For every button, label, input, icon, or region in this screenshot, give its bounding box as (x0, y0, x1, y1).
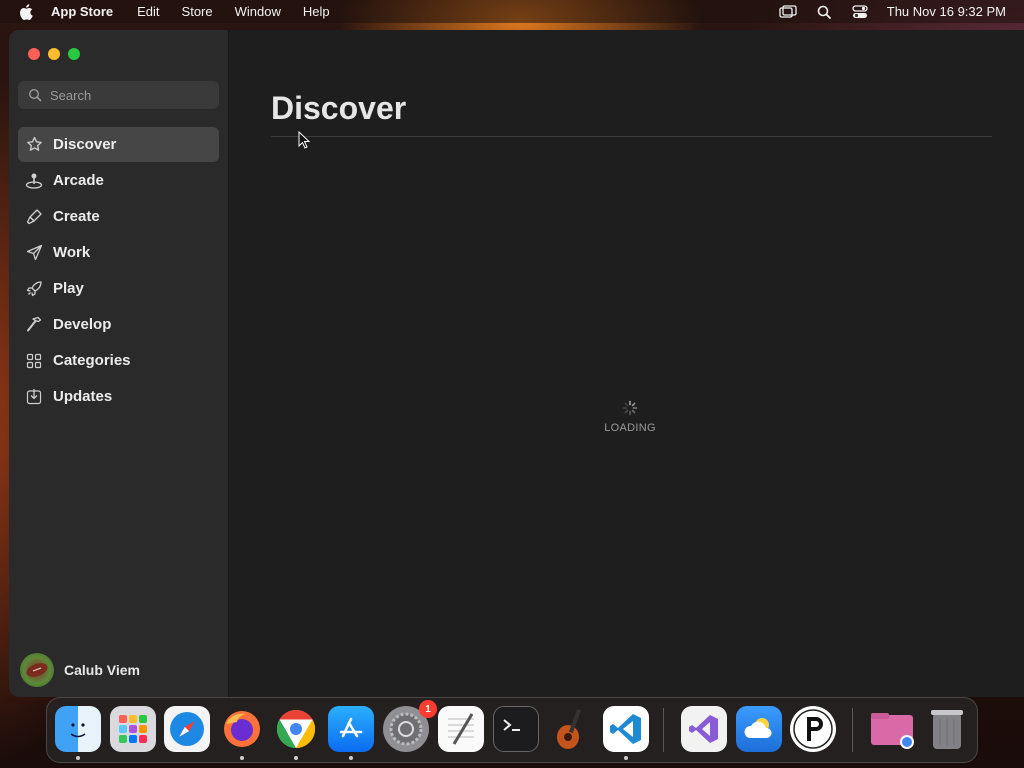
system-settings-icon[interactable]: 1 (383, 700, 437, 752)
screen-mirroring-icon[interactable] (779, 4, 797, 19)
sidebar-item-label: Develop (53, 316, 112, 333)
sidebar-item-label: Create (53, 208, 100, 225)
hammer-icon (25, 316, 43, 334)
rocket-icon (25, 280, 43, 298)
brush-icon (25, 208, 43, 226)
sidebar: Discover Arcade Create Work (9, 30, 229, 697)
p-app-icon[interactable] (790, 706, 836, 752)
menu-bar: App Store Edit Store Window Help Thu Nov… (0, 0, 1024, 23)
loading-text: LOADING (604, 422, 656, 434)
menu-edit[interactable]: Edit (137, 4, 159, 19)
firefox-running-indicator (240, 756, 244, 760)
sidebar-item-create[interactable]: Create (18, 199, 219, 234)
textedit-icon[interactable] (438, 706, 484, 752)
sidebar-item-work[interactable]: Work (18, 235, 219, 270)
loading-indicator: LOADING (597, 400, 663, 434)
terminal-icon[interactable] (493, 706, 539, 752)
search-input[interactable] (50, 87, 210, 103)
menu-help[interactable]: Help (303, 4, 330, 19)
finder-icon[interactable] (55, 706, 101, 752)
title-divider (271, 136, 992, 137)
close-window-button[interactable] (28, 48, 40, 60)
page-title: Discover (271, 90, 407, 126)
chrome-icon[interactable] (273, 706, 319, 752)
search-icon (28, 88, 42, 102)
minimize-window-button[interactable] (48, 48, 60, 60)
vscode-icon[interactable] (603, 706, 649, 752)
download-icon (25, 388, 43, 406)
menu-store[interactable]: Store (182, 4, 213, 19)
safari-icon[interactable] (164, 706, 210, 752)
firefox-icon[interactable] (219, 706, 265, 752)
sidebar-item-updates[interactable]: Updates (18, 379, 219, 414)
menu-window[interactable]: Window (235, 4, 281, 19)
star-icon (25, 136, 43, 154)
garageband-icon[interactable] (548, 706, 594, 752)
sidebar-item-categories[interactable]: Categories (18, 343, 219, 378)
menu-bar-clock[interactable]: Thu Nov 16 9:32 PM (887, 4, 1006, 19)
dock: 1 (46, 697, 978, 763)
account-profile[interactable]: Calub Viem (20, 653, 140, 687)
finder-running-indicator (76, 756, 80, 760)
grid-icon (25, 352, 43, 370)
sidebar-item-develop[interactable]: Develop (18, 307, 219, 342)
sidebar-item-label: Arcade (53, 172, 104, 189)
sidebar-item-label: Play (53, 280, 84, 297)
joystick-icon (25, 172, 43, 190)
chrome-running-indicator (294, 756, 298, 760)
control-center-icon[interactable] (851, 4, 869, 19)
sidebar-item-label: Categories (53, 352, 131, 369)
avatar[interactable] (20, 653, 54, 687)
weather-icon[interactable] (736, 706, 782, 752)
downloads-folder-icon[interactable] (869, 706, 915, 752)
trash-icon[interactable] (924, 706, 970, 752)
dock-separator (663, 708, 664, 752)
zoom-window-button[interactable] (68, 48, 80, 60)
spinner-icon (622, 400, 638, 416)
sidebar-item-play[interactable]: Play (18, 271, 219, 306)
profile-name: Calub Viem (64, 662, 140, 678)
search-field[interactable] (18, 81, 219, 109)
notification-badge: 1 (419, 700, 437, 718)
dock-separator (852, 708, 853, 752)
app-store-running-indicator (349, 756, 353, 760)
sidebar-item-label: Work (53, 244, 91, 261)
sidebar-item-arcade[interactable]: Arcade (18, 163, 219, 198)
window-controls (28, 48, 80, 60)
paper-plane-icon (25, 244, 43, 262)
vscode-running-indicator (624, 756, 628, 760)
mouse-cursor-icon (298, 130, 311, 154)
sidebar-item-label: Updates (53, 388, 113, 405)
launchpad-icon[interactable] (110, 706, 156, 752)
app-store-window: Discover Arcade Create Work (9, 30, 1024, 697)
main-content: Discover LOADING (229, 30, 1024, 697)
spotlight-search-icon[interactable] (815, 5, 833, 19)
sidebar-nav: Discover Arcade Create Work Play Develop… (18, 127, 219, 415)
sidebar-item-label: Discover (53, 136, 117, 153)
app-store-icon[interactable] (328, 706, 374, 752)
menu-app-name[interactable]: App Store (51, 4, 113, 19)
sidebar-item-discover[interactable]: Discover (18, 127, 219, 162)
visual-studio-icon[interactable] (681, 706, 727, 752)
apple-menu-icon[interactable] (19, 3, 35, 20)
